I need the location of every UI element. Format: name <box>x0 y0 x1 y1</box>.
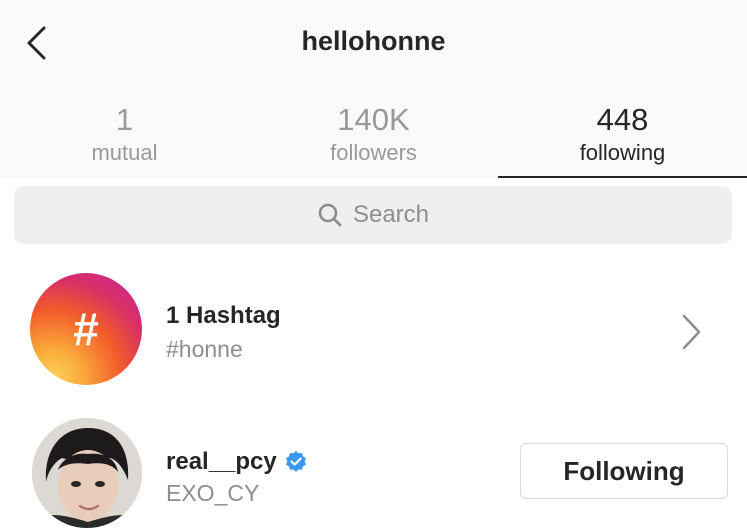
hashtag-avatar: # <box>30 273 142 385</box>
page-title: hellohonne <box>301 26 446 56</box>
tab-count: 448 <box>596 102 649 137</box>
list-item-subtitle: EXO_CY <box>166 480 260 506</box>
hashtag-icon: # <box>73 303 99 355</box>
avatar[interactable] <box>32 418 142 528</box>
follow-tabs: 1 mutual 140K followers 448 following <box>0 100 747 178</box>
profile-photo <box>32 418 142 528</box>
search-placeholder: Search <box>352 201 430 228</box>
following-button[interactable]: Following <box>520 443 728 499</box>
tab-label: mutual <box>91 140 158 165</box>
chevron-right-icon[interactable] <box>678 312 704 352</box>
tab-label: following <box>579 140 666 165</box>
search-input[interactable]: Search <box>14 186 732 244</box>
search-icon <box>318 203 342 227</box>
tab-label: followers <box>330 140 417 165</box>
list-item-hashtags[interactable]: # 1 Hashtag #honne <box>0 270 747 392</box>
tab-count: 140K <box>337 102 410 137</box>
list-item-name: 1 Hashtag <box>166 302 281 329</box>
tab-count: 1 <box>115 102 134 137</box>
verified-badge-icon <box>286 451 306 472</box>
tab-mutual[interactable]: 1 mutual <box>0 100 249 178</box>
list-item-user[interactable]: real__pcy EXO_CY Following <box>0 410 747 532</box>
list-item-subtitle: #honne <box>166 336 243 362</box>
tab-followers[interactable]: 140K followers <box>249 100 498 178</box>
profile-header: hellohonne 1 mutual 140K followers 448 f… <box>0 0 747 178</box>
list-item-name: real__pcy <box>166 448 277 475</box>
tab-following[interactable]: 448 following <box>498 100 747 178</box>
